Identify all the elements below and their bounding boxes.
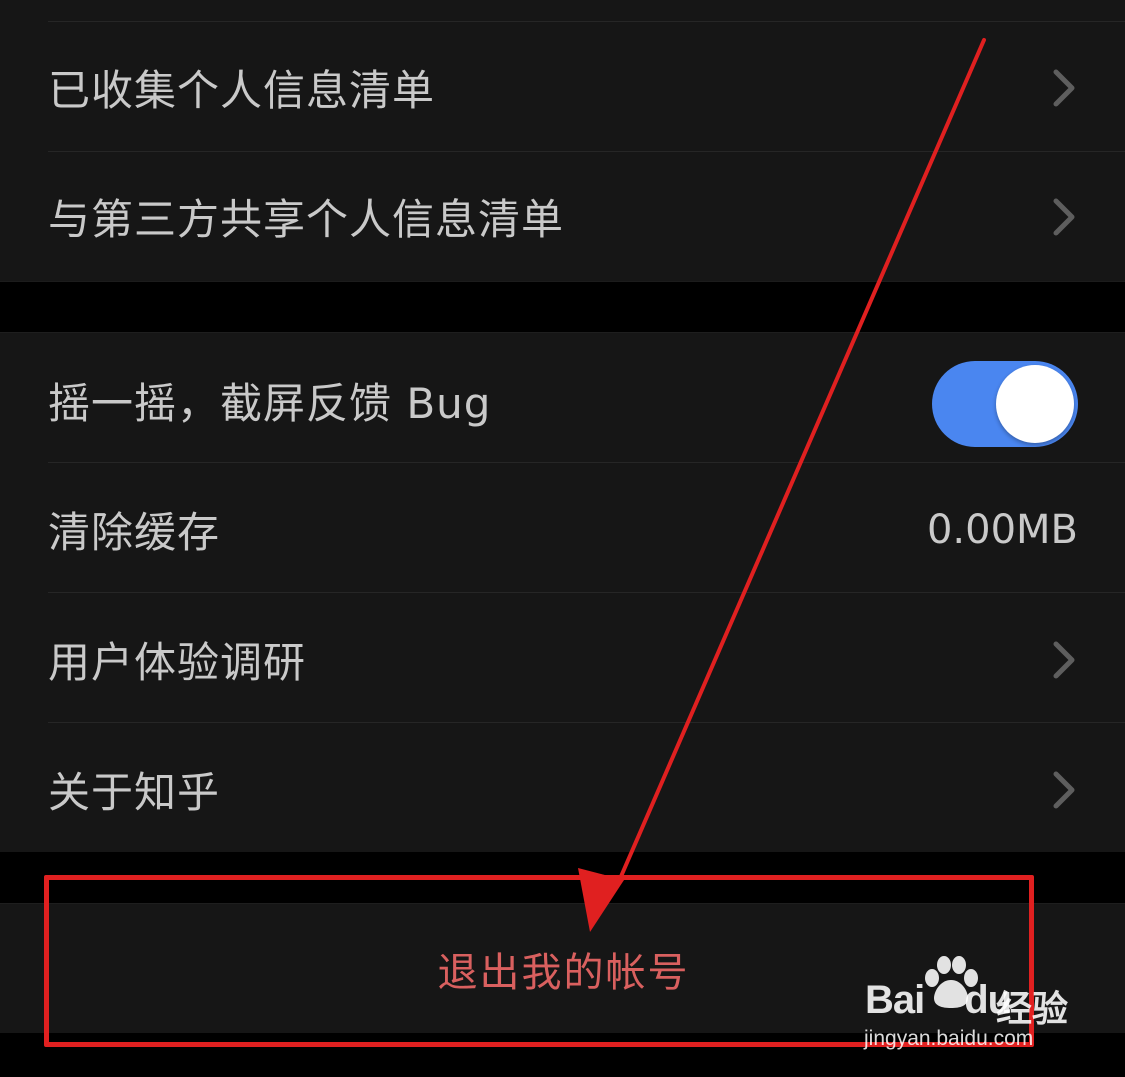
clear-cache-item[interactable]: 清除缓存 0.00MB	[0, 465, 1125, 594]
general-group: 摇一摇，截屏反馈 Bug 清除缓存 0.00MB 用户体验调研 关于知乎	[0, 332, 1125, 852]
divider	[48, 722, 1125, 723]
about-zhihu-item[interactable]: 关于知乎	[0, 725, 1125, 854]
watermark-jingyan: 经验	[996, 989, 1069, 1030]
item-label: 关于知乎	[48, 768, 221, 817]
divider	[48, 462, 1125, 463]
chevron-right-icon	[1053, 771, 1075, 808]
baidu-jingyan-watermark: Bai du 经验 jingyan.baidu.com	[862, 952, 1072, 1057]
divider	[48, 21, 1125, 22]
third-party-share-list-item[interactable]: 与第三方共享个人信息清单	[0, 152, 1125, 281]
item-label: 与第三方共享个人信息清单	[48, 195, 565, 244]
toggle-knob	[996, 365, 1074, 443]
chevron-right-icon	[1053, 641, 1075, 678]
shake-feedback-toggle[interactable]	[932, 361, 1078, 447]
divider	[48, 592, 1125, 593]
cache-size-value: 0.00MB	[926, 506, 1078, 553]
watermark-url: jingyan.baidu.com	[864, 1027, 1034, 1050]
item-label: 摇一摇，截屏反馈 Bug	[48, 379, 492, 428]
watermark-brand: Bai du	[865, 978, 1012, 1023]
privacy-group: 已收集个人信息清单 与第三方共享个人信息清单	[0, 0, 1125, 282]
item-label: 用户体验调研	[48, 638, 307, 687]
user-survey-item[interactable]: 用户体验调研	[0, 595, 1125, 724]
item-label: 已收集个人信息清单	[48, 66, 436, 115]
logout-label: 退出我的帐号	[437, 949, 690, 996]
shake-feedback-item: 摇一摇，截屏反馈 Bug	[0, 336, 1125, 465]
item-label: 清除缓存	[48, 508, 221, 557]
settings-screen: 已收集个人信息清单 与第三方共享个人信息清单 摇一摇，截屏反馈 Bug 清除缓存…	[0, 0, 1125, 1077]
chevron-right-icon	[1053, 198, 1075, 235]
watermark-bai: Bai	[865, 978, 925, 1022]
chevron-right-icon	[1053, 69, 1075, 106]
collected-info-list-item[interactable]: 已收集个人信息清单	[0, 23, 1125, 152]
